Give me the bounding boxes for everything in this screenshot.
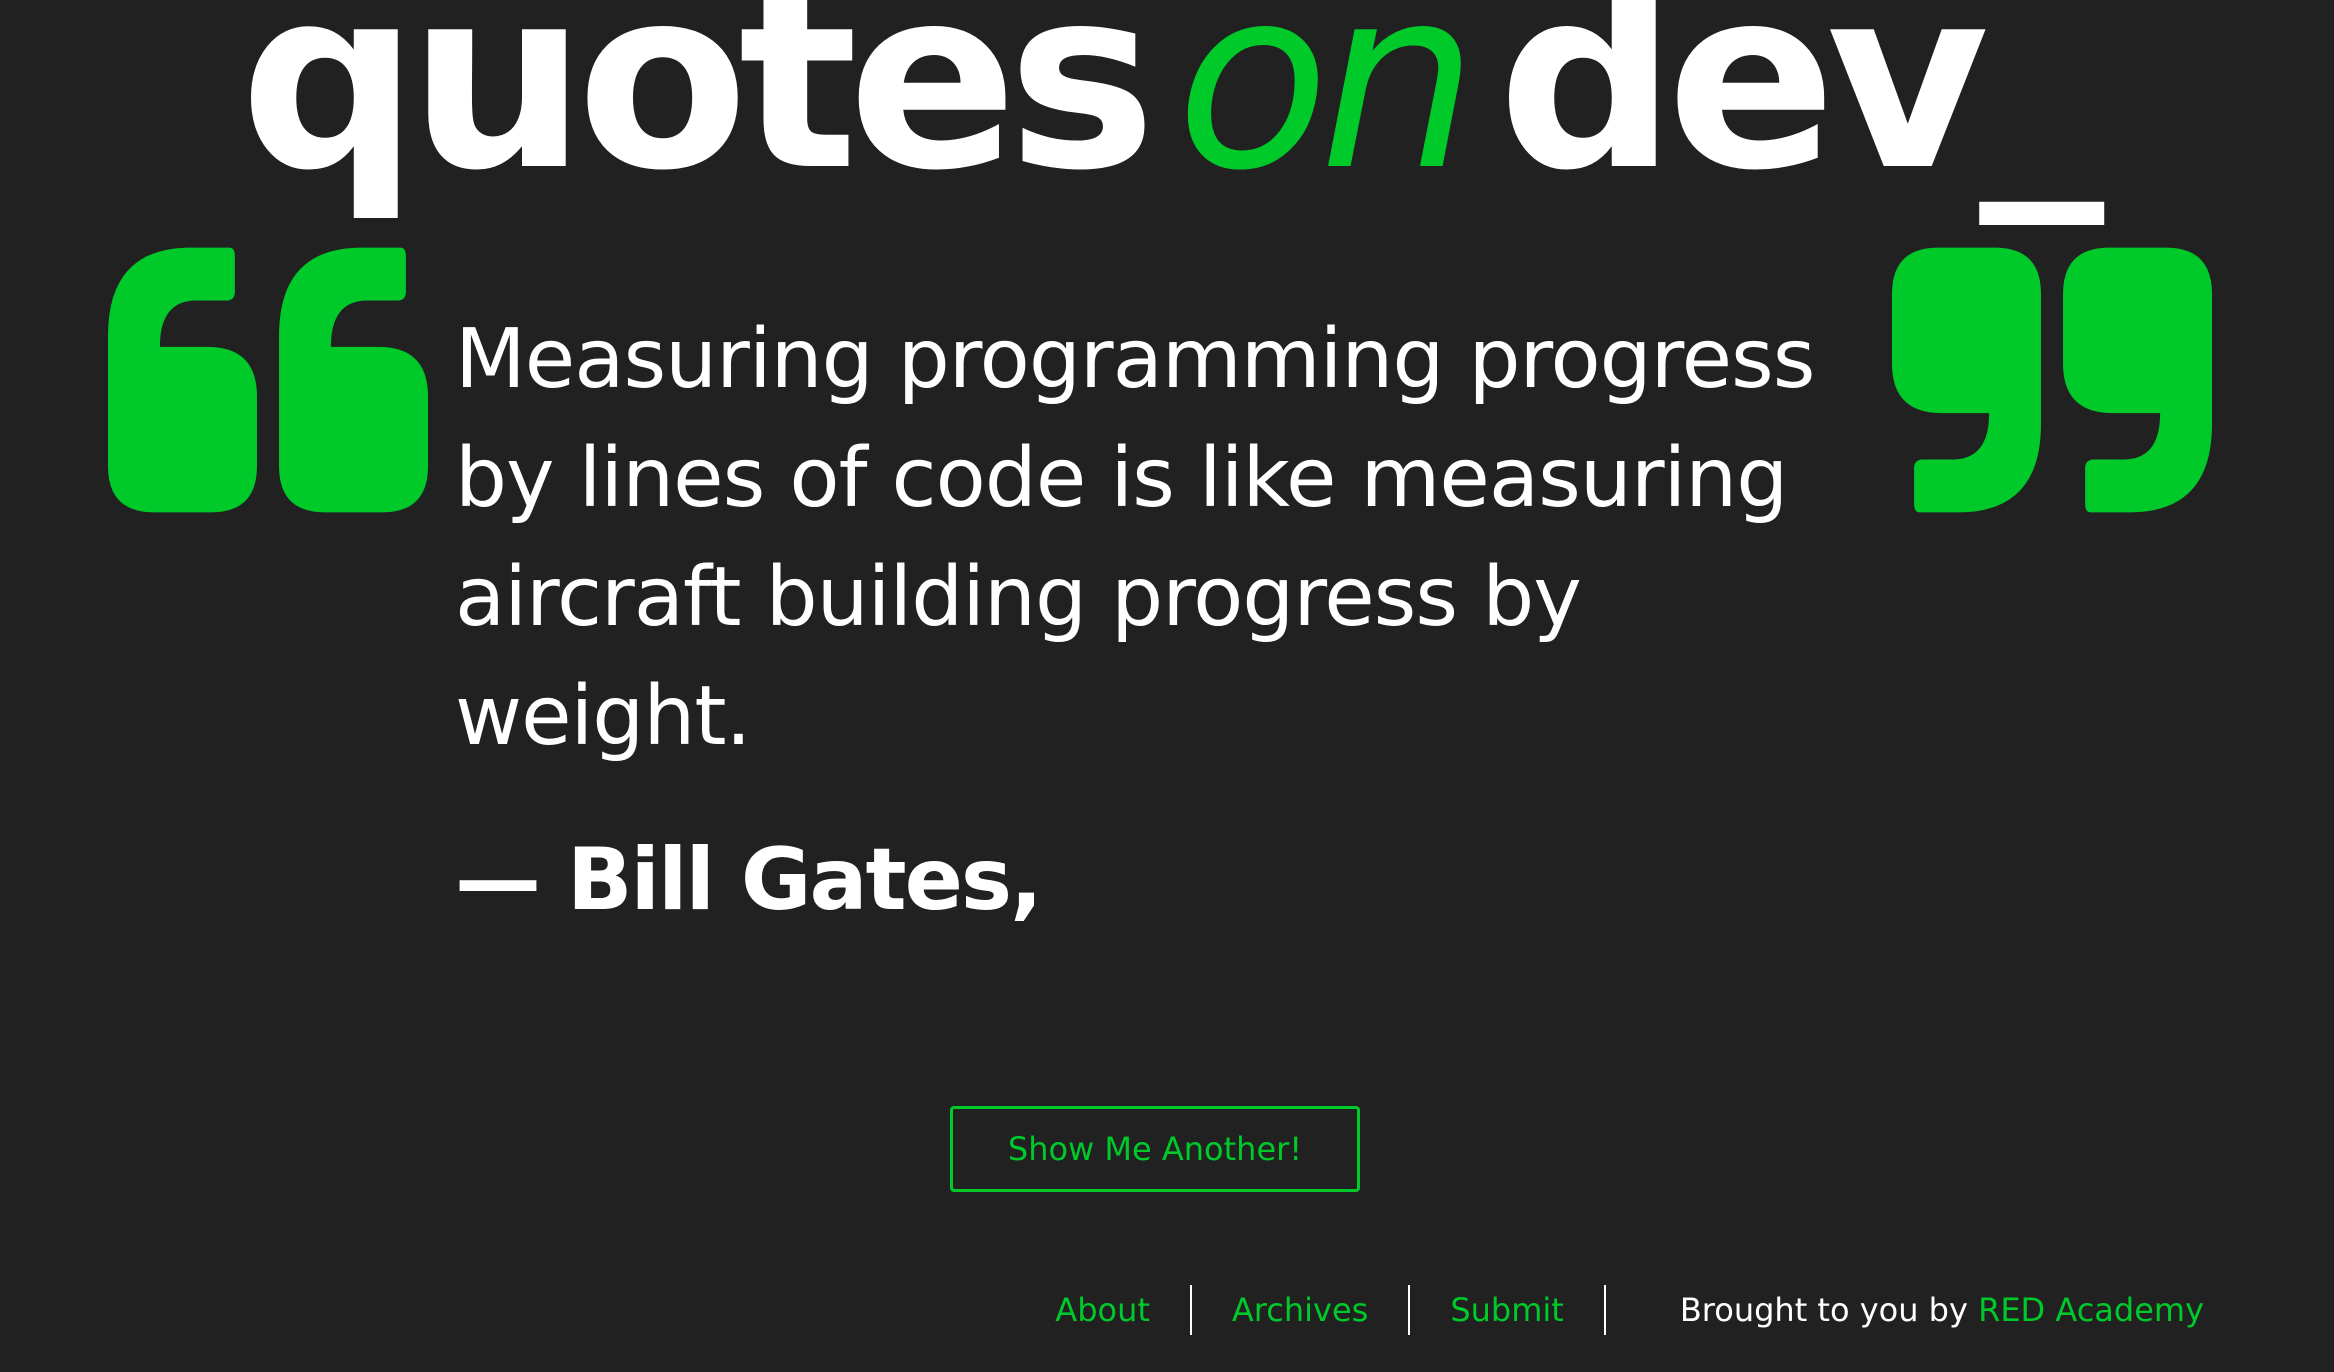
quote-author: — Bill Gates, — [455, 830, 1043, 930]
logo-on: on — [1176, 0, 1477, 225]
red-academy-link[interactable]: RED Academy — [1978, 1291, 2204, 1329]
footer-credit: Brought to you by RED Academy — [1680, 1291, 2204, 1329]
footer-nav: About Archives Submit — [1015, 1283, 1606, 1337]
logo-dev: dev_ — [1497, 0, 2104, 225]
footer-divider — [1603, 1285, 1606, 1335]
site-header: quotes on dev_ — [0, 0, 2334, 205]
quote-text: Measuring programming progress by lines … — [455, 312, 1815, 764]
credit-text: Brought to you by — [1679, 1291, 1968, 1329]
footer-link-submit[interactable]: Submit — [1410, 1283, 1604, 1337]
logo-quotes: quotes — [239, 0, 1157, 225]
footer-link-about[interactable]: About — [1015, 1283, 1190, 1337]
close-quote-icon — [1892, 200, 2212, 560]
show-another-button[interactable]: Show Me Another! — [950, 1106, 1360, 1192]
site-footer: About Archives Submit Brought to you by … — [1015, 1283, 2204, 1337]
open-quote-icon — [108, 200, 428, 560]
footer-link-archives[interactable]: Archives — [1192, 1283, 1408, 1337]
